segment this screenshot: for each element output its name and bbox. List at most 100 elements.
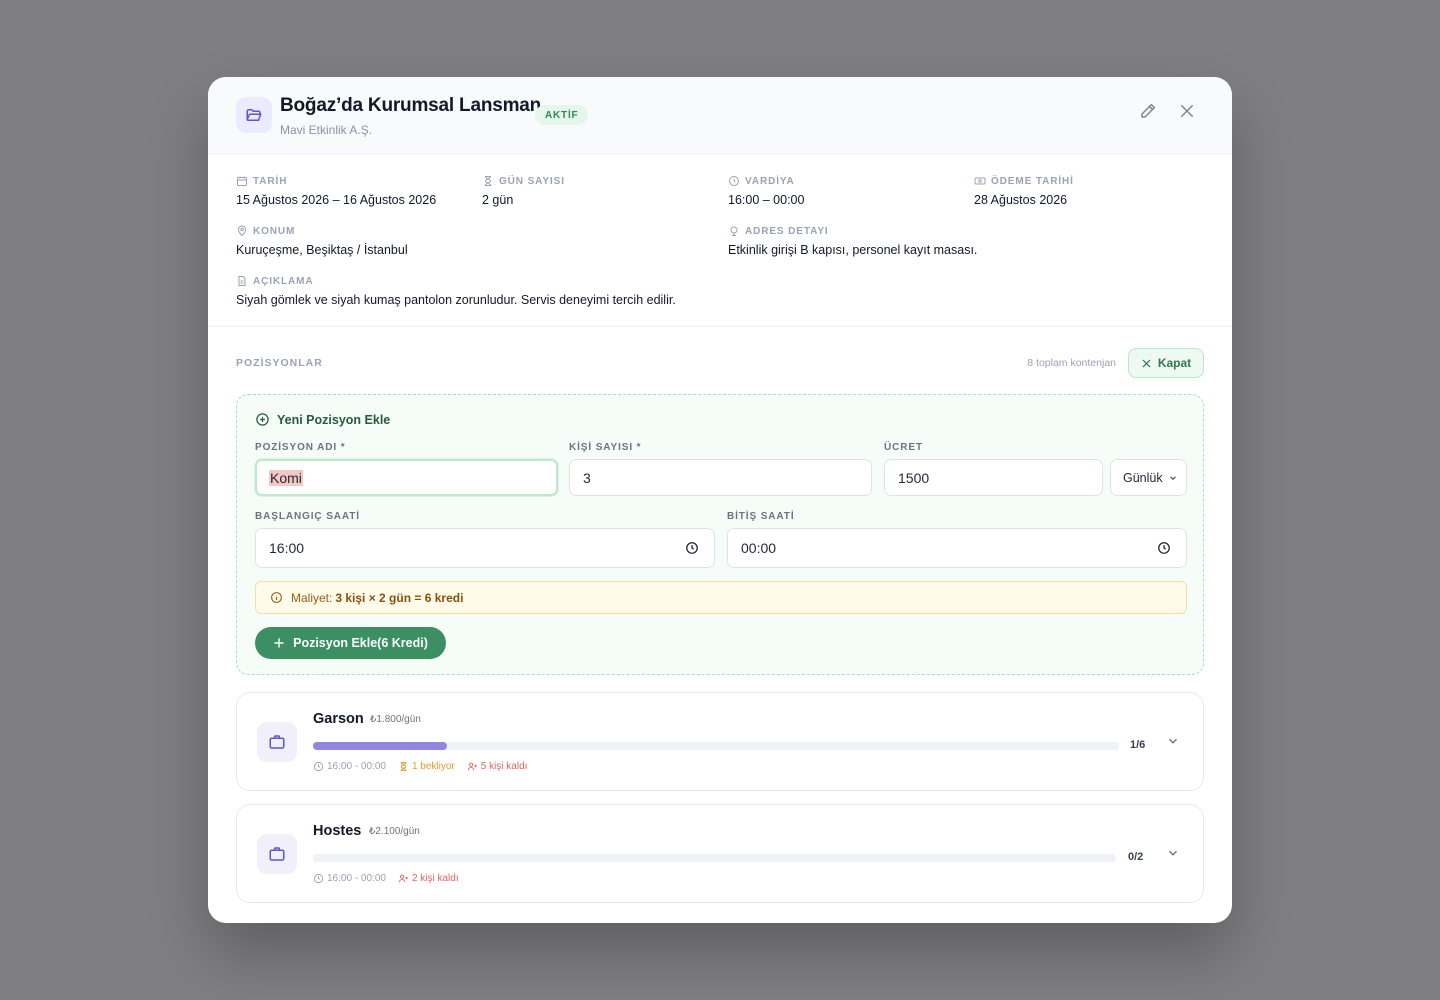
close-form-button[interactable]: Kapat bbox=[1128, 348, 1204, 378]
description-field: AÇIKLAMA Siyah gömlek ve siyah kumaş pan… bbox=[236, 274, 676, 308]
date-value: 15 Ağustos 2026 – 16 Ağustos 2026 bbox=[236, 193, 437, 207]
start-time-input[interactable]: 16:00 bbox=[255, 528, 715, 568]
position-card-hostes[interactable]: Hostes ₺2.100/gün 0/2 16:00 - 00:00 2 ki… bbox=[236, 804, 1204, 903]
shift-time-text: 16:00 - 00:00 bbox=[327, 761, 386, 772]
location-value: Kuruçeşme, Beşiktaş / İstanbul bbox=[236, 243, 408, 257]
clock-icon bbox=[313, 873, 324, 884]
remaining-count: 5 kişi kaldı bbox=[467, 761, 528, 772]
position-rate: ₺2.100/gün bbox=[369, 826, 420, 837]
payment-label: ÖDEME TARİHİ bbox=[991, 175, 1074, 187]
close-icon bbox=[1142, 359, 1151, 367]
close-button[interactable] bbox=[1175, 99, 1199, 123]
quota-text: 8 toplam kontenjan bbox=[1027, 357, 1116, 369]
date-field: TARİH 15 Ağustos 2026 – 16 Ağustos 2026 bbox=[236, 174, 437, 208]
progress-track bbox=[313, 742, 1119, 750]
add-position-label: Pozisyon Ekle(6 Kredi) bbox=[293, 636, 428, 650]
address-value: Etkinlik girişi B kapısı, personel kayıt… bbox=[728, 243, 978, 257]
cost-prefix: Maliyet: bbox=[291, 590, 333, 605]
hourglass-icon bbox=[484, 176, 492, 186]
briefcase-icon bbox=[257, 722, 297, 762]
calendar-icon bbox=[237, 176, 247, 186]
remaining-count: 2 kişi kaldı bbox=[398, 873, 459, 884]
pending-count: 1 bekliyor bbox=[398, 761, 455, 772]
address-field: ADRES DETAYI Etkinlik girişi B kapısı, p… bbox=[728, 224, 978, 258]
location-field: KONUM Kuruçeşme, Beşiktaş / İstanbul bbox=[236, 224, 408, 258]
end-label: BİTİŞ SAATİ bbox=[727, 511, 795, 522]
edit-button[interactable] bbox=[1136, 99, 1160, 123]
progress-fill bbox=[313, 742, 448, 750]
info-icon bbox=[271, 592, 282, 603]
page-title: Boğaz’da Kurumsal Lansman bbox=[280, 95, 542, 116]
fee-label: ÜCRET bbox=[884, 442, 923, 453]
new-position-form: Yeni Pozisyon Ekle POZİSYON ADI * Komi K… bbox=[236, 394, 1204, 675]
close-icon bbox=[1181, 105, 1193, 117]
person-count-value: 3 bbox=[583, 469, 591, 486]
position-name-input[interactable]: Komi bbox=[255, 459, 558, 496]
clock-icon[interactable] bbox=[1157, 541, 1171, 555]
remaining-text: 5 kişi kaldı bbox=[480, 761, 528, 772]
position-meta: 16:00 - 00:00 1 bekliyor 5 kişi kaldı bbox=[313, 761, 527, 772]
plus-circle-icon bbox=[256, 413, 269, 426]
person-count-input[interactable]: 3 bbox=[569, 459, 872, 496]
period-select[interactable]: Günlük bbox=[1110, 459, 1187, 496]
days-field: GÜN SAYISI 2 gün bbox=[482, 174, 565, 208]
close-form-label: Kapat bbox=[1157, 356, 1192, 370]
shift-field: VARDİYA 16:00 – 00:00 bbox=[728, 174, 805, 208]
form-title-label: Yeni Pozisyon Ekle bbox=[277, 412, 391, 427]
chevron-down-icon bbox=[1169, 738, 1177, 744]
period-value: Günlük bbox=[1123, 470, 1163, 485]
end-time-value: 00:00 bbox=[741, 540, 777, 556]
chevron-down-icon bbox=[1170, 476, 1176, 481]
clock-icon bbox=[313, 761, 324, 772]
shift-time: 16:00 - 00:00 bbox=[313, 873, 386, 884]
start-label: BAŞLANGIÇ SAATİ bbox=[255, 511, 360, 522]
position-name: Garson bbox=[313, 711, 364, 727]
plus-icon bbox=[274, 638, 284, 648]
add-position-button[interactable]: Pozisyon Ekle(6 Kredi) bbox=[255, 627, 446, 659]
expand-button[interactable] bbox=[1166, 846, 1180, 865]
clock-icon bbox=[729, 176, 739, 186]
location-label: KONUM bbox=[253, 225, 296, 237]
address-label: ADRES DETAYI bbox=[745, 225, 829, 237]
position-meta: 16:00 - 00:00 2 kişi kaldı bbox=[313, 873, 459, 884]
company-name: Mavi Etkinlik A.Ş. bbox=[280, 123, 373, 137]
cost-notice: Maliyet: 3 kişi × 2 gün = 6 kredi bbox=[255, 581, 1187, 614]
payment-field: ÖDEME TARİHİ 28 Ağustos 2026 bbox=[974, 174, 1074, 208]
status-badge: AKTİF bbox=[535, 105, 589, 125]
shift-value: 16:00 – 00:00 bbox=[728, 193, 805, 207]
hourglass-icon bbox=[400, 761, 407, 772]
modal-header: Boğaz’da Kurumsal Lansman AKTİF Mavi Etk… bbox=[208, 77, 1232, 154]
end-time-input[interactable]: 00:00 bbox=[727, 528, 1187, 568]
briefcase-icon bbox=[257, 834, 297, 874]
fill-count: 1/6 bbox=[1130, 739, 1146, 751]
description-value: Siyah gömlek ve siyah kumaş pantolon zor… bbox=[236, 293, 676, 307]
pending-text: 1 bekliyor bbox=[411, 761, 455, 772]
cost-formula: 3 kişi × 2 gün = 6 kredi bbox=[335, 590, 464, 605]
pencil-icon bbox=[1141, 103, 1156, 118]
progress-track bbox=[313, 854, 1116, 862]
date-label: TARİH bbox=[253, 175, 288, 187]
chevron-down-icon bbox=[1169, 850, 1177, 856]
payment-value: 28 Ağustos 2026 bbox=[974, 193, 1068, 207]
form-title: Yeni Pozisyon Ekle bbox=[255, 412, 390, 427]
fee-input[interactable]: 1500 bbox=[884, 459, 1103, 496]
map-pin-icon bbox=[237, 225, 247, 237]
description-label: AÇIKLAMA bbox=[253, 275, 314, 287]
expand-button[interactable] bbox=[1166, 734, 1180, 753]
position-name: Hostes bbox=[313, 823, 362, 839]
clock-icon[interactable] bbox=[685, 541, 699, 555]
user-plus-icon bbox=[398, 874, 409, 883]
fill-count: 0/2 bbox=[1128, 851, 1144, 863]
location-marker-icon bbox=[730, 226, 738, 236]
positions-heading: POZİSYONLAR bbox=[236, 357, 323, 369]
shift-time-text: 16:00 - 00:00 bbox=[327, 873, 386, 884]
name-label: POZİSYON ADI * bbox=[255, 442, 346, 453]
fee-value: 1500 bbox=[898, 469, 930, 486]
shift-label: VARDİYA bbox=[745, 175, 795, 187]
start-time-value: 16:00 bbox=[269, 540, 305, 556]
days-label: GÜN SAYISI bbox=[499, 175, 565, 187]
position-modal: Boğaz’da Kurumsal Lansman AKTİF Mavi Etk… bbox=[208, 77, 1232, 923]
position-rate: ₺1.800/gün bbox=[370, 714, 421, 725]
days-value: 2 gün bbox=[482, 193, 514, 207]
position-card-garson[interactable]: Garson ₺1.800/gün 1/6 16:00 - 00:00 1 be… bbox=[236, 692, 1204, 791]
